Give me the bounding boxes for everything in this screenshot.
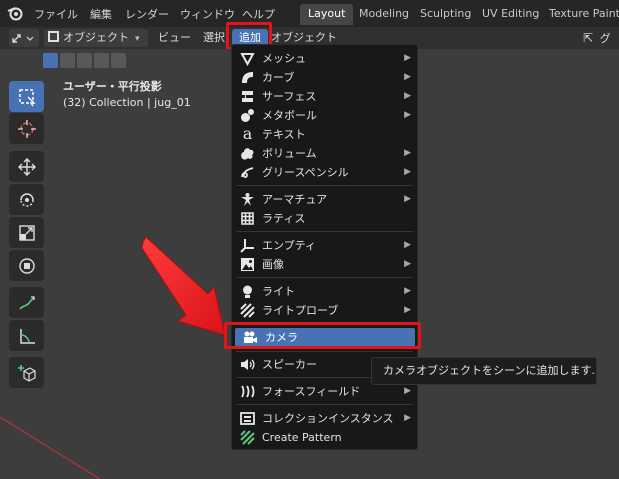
menu-item-mesh[interactable]: メッシュ ▶ xyxy=(232,49,417,68)
menu-separator xyxy=(236,185,413,186)
menu-item-create-pattern[interactable]: Create Pattern xyxy=(232,428,417,447)
menu-item-label: メッシュ xyxy=(262,52,306,65)
transform-gizmo-icon xyxy=(12,34,34,43)
tab-uv-editing[interactable]: UV Editing xyxy=(474,4,547,25)
menu-item-collection-instance[interactable]: コレクションインスタンス ▶ xyxy=(232,409,417,428)
image-icon xyxy=(240,257,255,272)
menu-item-label: ライト xyxy=(262,285,295,298)
curve-icon xyxy=(240,70,255,85)
menu-item-light-probe[interactable]: ライトプローブ ▶ xyxy=(232,301,417,320)
menu-item-label: ラティス xyxy=(262,212,306,225)
light-probe-icon xyxy=(240,303,255,318)
tab-layout[interactable]: Layout xyxy=(300,4,354,25)
submenu-arrow-icon: ▶ xyxy=(404,240,411,250)
chevron-down-icon: ▾ xyxy=(135,34,140,44)
empty-icon xyxy=(240,238,255,253)
menu-edit[interactable]: 編集 xyxy=(90,6,112,22)
text-icon: a xyxy=(242,124,253,143)
menu-file[interactable]: ファイル xyxy=(34,6,78,22)
submenu-arrow-icon: ▶ xyxy=(404,91,411,101)
menu-item-curve[interactable]: カーブ ▶ xyxy=(232,68,417,87)
menu-help[interactable]: ヘルプ xyxy=(242,6,275,22)
menu-render[interactable]: レンダー xyxy=(125,6,169,22)
menu-item-metaball[interactable]: メタボール ▶ xyxy=(232,106,417,125)
tab-modeling[interactable]: Modeling xyxy=(351,4,417,25)
submenu-arrow-icon: ▶ xyxy=(404,53,411,63)
editor-type-button[interactable] xyxy=(9,29,39,47)
create-pattern-icon xyxy=(240,430,255,445)
menu-item-text[interactable]: a テキスト xyxy=(232,125,417,144)
view-menu[interactable]: ビュー xyxy=(158,29,191,47)
menu-item-surface[interactable]: サーフェス ▶ xyxy=(232,87,417,106)
menu-item-label: エンプティ xyxy=(262,239,317,252)
force-field-icon xyxy=(240,384,255,399)
submenu-arrow-icon: ▶ xyxy=(404,72,411,82)
speaker-icon xyxy=(240,357,255,372)
submenu-arrow-icon: ▶ xyxy=(404,167,411,177)
collection-instance-icon xyxy=(240,411,255,426)
top-menu-bar: ファイル 編集 レンダー ウィンドウ ヘルプ Layout Modeling S… xyxy=(0,0,619,27)
menu-item-label: テキスト xyxy=(262,128,306,141)
light-icon xyxy=(240,284,255,299)
gizmo-toggle-button[interactable]: ⇱ グ xyxy=(583,29,619,47)
menu-item-label: サーフェス xyxy=(262,90,317,103)
surface-icon xyxy=(240,89,255,104)
metaball-icon xyxy=(240,108,255,123)
menu-item-label: コレクションインスタンス xyxy=(262,412,394,425)
blender-logo-icon[interactable] xyxy=(7,5,23,21)
menu-item-light[interactable]: ライト ▶ xyxy=(232,282,417,301)
submenu-arrow-icon: ▶ xyxy=(404,110,411,120)
mesh-icon xyxy=(240,51,255,67)
menu-item-label: ボリューム xyxy=(262,147,317,160)
submenu-arrow-icon: ▶ xyxy=(404,148,411,158)
menu-item-volume[interactable]: ボリューム ▶ xyxy=(232,144,417,163)
menu-separator xyxy=(236,351,413,352)
menu-item-image[interactable]: 画像 ▶ xyxy=(232,255,417,274)
orientation-label: グ xyxy=(599,32,611,45)
menu-item-armature[interactable]: アーマチュア ▶ xyxy=(232,190,417,209)
menu-item-label: メタボール xyxy=(262,109,317,122)
grease-pencil-icon xyxy=(240,165,255,180)
camera-tooltip: カメラオブジェクトをシーンに追加します. xyxy=(371,357,597,385)
mode-selector[interactable]: オブジェクト ▾ xyxy=(44,29,148,47)
menu-item-label: 画像 xyxy=(262,258,284,271)
submenu-arrow-icon: ▶ xyxy=(404,259,411,269)
annotation-highlight-camera xyxy=(224,322,421,349)
menu-item-label: ライトプローブ xyxy=(262,304,339,317)
menu-separator xyxy=(236,277,413,278)
submenu-arrow-icon: ▶ xyxy=(404,413,411,423)
tab-texture-paint[interactable]: Texture Paint xyxy=(541,4,619,25)
submenu-arrow-icon: ▶ xyxy=(404,194,411,204)
mode-label: オブジェクト xyxy=(63,31,129,44)
volume-icon xyxy=(240,146,255,161)
menu-item-label: グリースペンシル xyxy=(262,166,349,179)
armature-icon xyxy=(240,192,255,207)
menu-separator xyxy=(236,404,413,405)
add-menu-dropdown: メッシュ ▶ カーブ ▶ サーフェス ▶ メタボール ▶ a テキスト ボリュー… xyxy=(231,44,418,450)
select-menu[interactable]: 選択 xyxy=(203,29,225,47)
submenu-arrow-icon: ▶ xyxy=(404,305,411,315)
lattice-icon xyxy=(240,211,255,226)
menu-item-lattice[interactable]: ラティス xyxy=(232,209,417,228)
menu-item-label: カーブ xyxy=(262,71,295,84)
object-mode-icon xyxy=(48,31,59,42)
menu-item-empty[interactable]: エンプティ ▶ xyxy=(232,236,417,255)
menu-item-label: スピーカー xyxy=(262,358,317,371)
menu-item-label: アーマチュア xyxy=(262,193,328,206)
menu-item-label: Create Pattern xyxy=(262,431,342,444)
menu-separator xyxy=(236,231,413,232)
submenu-arrow-icon: ▶ xyxy=(404,286,411,296)
menu-item-grease-pencil[interactable]: グリースペンシル ▶ xyxy=(232,163,417,182)
tab-sculpting[interactable]: Sculpting xyxy=(412,4,479,25)
menu-window[interactable]: ウィンドウ xyxy=(180,6,235,22)
menu-item-label: フォースフィールド xyxy=(262,385,361,398)
orientation-icon: ⇱ xyxy=(583,31,594,45)
